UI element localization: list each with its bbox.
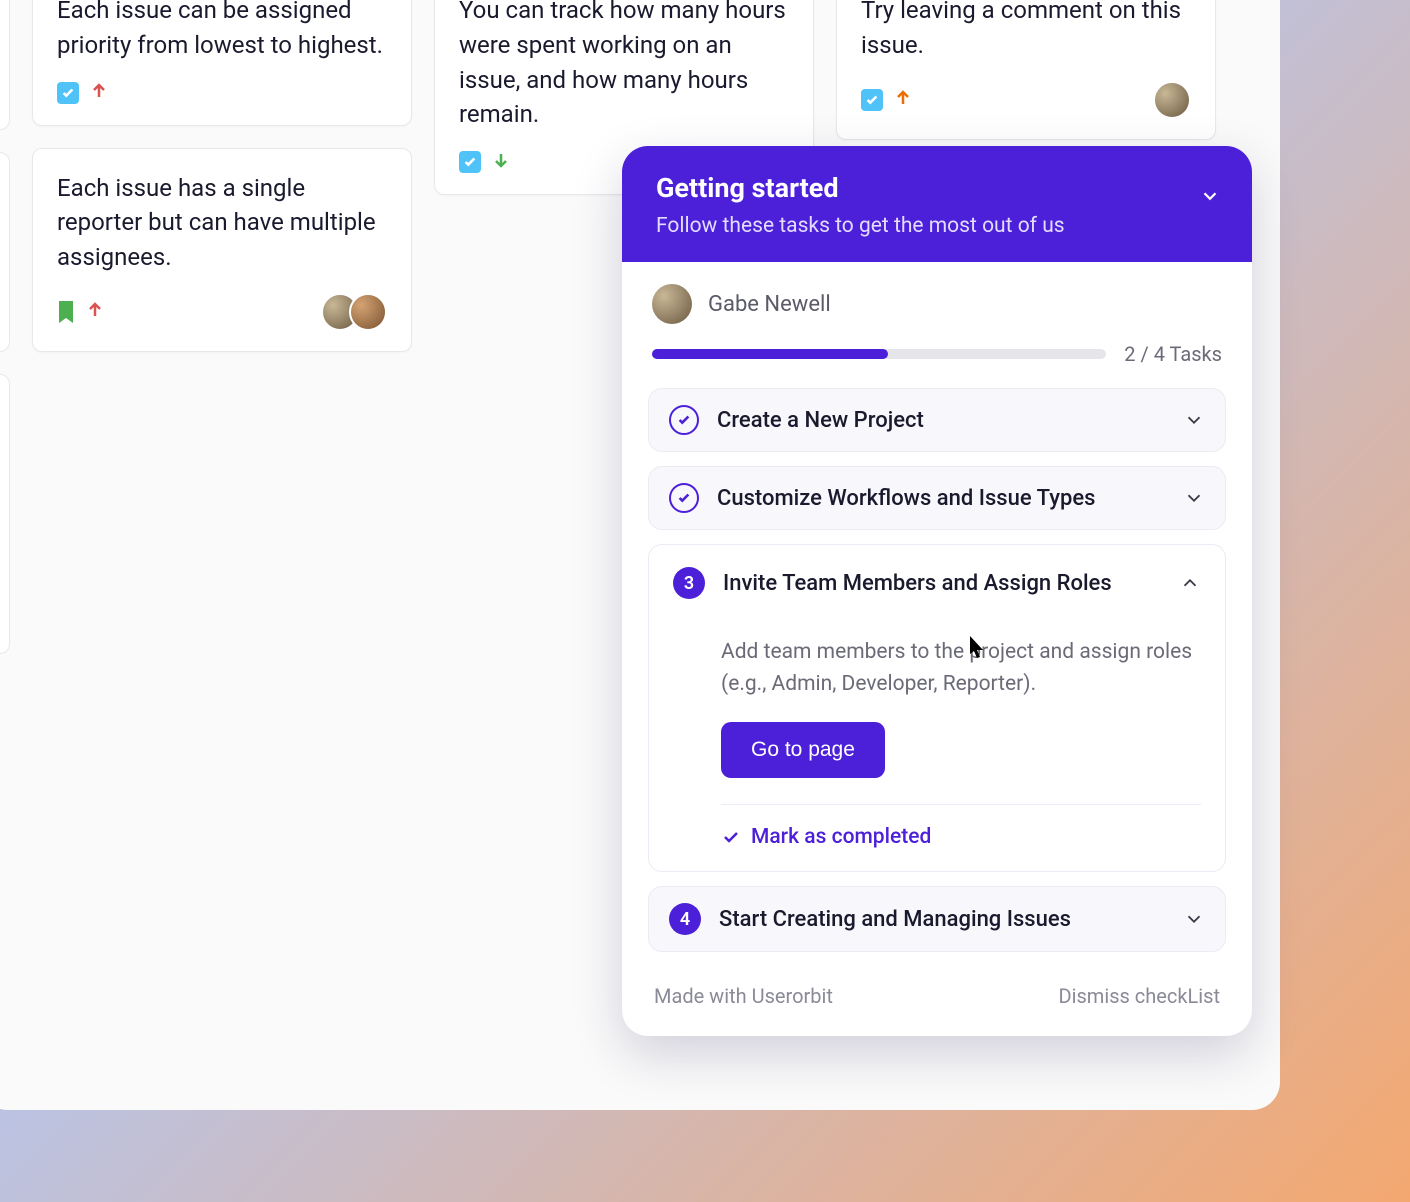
task-label: Create a New Project [717, 408, 1165, 433]
card-footer [861, 81, 1191, 119]
mark-completed-button[interactable]: Mark as completed [721, 825, 1201, 849]
issue-card[interactable]: Try leaving a comment on this issue. [836, 0, 1216, 140]
issue-card[interactable]: Each issue has a single reporter but can… [32, 148, 412, 352]
card-stub[interactable] [0, 374, 10, 654]
chevron-down-icon [1183, 487, 1205, 509]
onboarding-task-list: Create a New Project Customize Workflows… [622, 388, 1252, 962]
issue-card-text: You can track how many hours were spent … [459, 0, 789, 132]
assignee-avatars[interactable] [1153, 81, 1191, 119]
kanban-column: Each issue can be assigned priority from… [32, 0, 412, 654]
kanban-column-partial [0, 0, 10, 654]
task-type-icon [459, 151, 481, 173]
go-to-page-button[interactable]: Go to page [721, 722, 885, 778]
task-label: Start Creating and Managing Issues [719, 907, 1165, 932]
task-label: Invite Team Members and Assign Roles [723, 571, 1161, 596]
onboarding-task[interactable]: Create a New Project [648, 388, 1226, 452]
card-footer [57, 81, 387, 105]
card-stub[interactable] [0, 152, 10, 352]
priority-high-icon [89, 81, 109, 105]
priority-high-icon [85, 300, 105, 324]
progress-bar [652, 349, 1106, 359]
chevron-up-icon [1179, 572, 1201, 594]
dismiss-checklist-button[interactable]: Dismiss checkList [1058, 984, 1220, 1008]
avatar[interactable] [1153, 81, 1191, 119]
task-label: Customize Workflows and Issue Types [717, 486, 1165, 511]
onboarding-footer: Made with Userorbit Dismiss checkList [622, 962, 1252, 1036]
onboarding-panel: Getting started Follow these tasks to ge… [622, 146, 1252, 1036]
task-header[interactable]: 3 Invite Team Members and Assign Roles [673, 567, 1201, 599]
onboarding-subtitle: Follow these tasks to get the most out o… [656, 214, 1218, 238]
task-step-number: 3 [673, 567, 705, 599]
task-step-number: 4 [669, 903, 701, 935]
task-completed-icon [669, 483, 699, 513]
card-stub[interactable] [0, 0, 10, 130]
progress-fill [652, 349, 888, 359]
progress-row: 2 / 4 Tasks [622, 334, 1252, 388]
issue-card[interactable]: Each issue can be assigned priority from… [32, 0, 412, 126]
onboarding-task[interactable]: Customize Workflows and Issue Types [648, 466, 1226, 530]
progress-label: 2 / 4 Tasks [1124, 342, 1222, 366]
avatar[interactable] [349, 293, 387, 331]
issue-card-text: Each issue has a single reporter but can… [57, 171, 387, 275]
check-icon [721, 827, 741, 847]
collapse-panel-button[interactable] [1196, 182, 1224, 210]
card-footer [57, 293, 387, 331]
chevron-down-icon [1183, 409, 1205, 431]
user-avatar [652, 284, 692, 324]
issue-card-text: Each issue can be assigned priority from… [57, 0, 387, 63]
onboarding-header: Getting started Follow these tasks to ge… [622, 146, 1252, 262]
assignee-avatars[interactable] [321, 293, 387, 331]
onboarding-task-expanded[interactable]: 3 Invite Team Members and Assign Roles A… [648, 544, 1226, 872]
chevron-down-icon [1199, 185, 1221, 207]
task-type-icon [57, 82, 79, 104]
made-with-label[interactable]: Made with Userorbit [654, 984, 833, 1008]
onboarding-title: Getting started [656, 172, 1218, 204]
priority-low-icon [491, 150, 511, 174]
chevron-down-icon [1183, 908, 1205, 930]
story-type-icon [57, 301, 75, 323]
task-completed-icon [669, 405, 699, 435]
onboarding-task[interactable]: 4 Start Creating and Managing Issues [648, 886, 1226, 952]
onboarding-user-row: Gabe Newell [622, 262, 1252, 334]
task-description: Add team members to the project and assi… [721, 637, 1201, 700]
task-body: Add team members to the project and assi… [673, 617, 1201, 849]
task-type-icon [861, 89, 883, 111]
issue-card-text: Try leaving a comment on this issue. [861, 0, 1191, 63]
user-name: Gabe Newell [708, 292, 831, 317]
priority-medium-icon [893, 88, 913, 112]
divider [721, 804, 1201, 805]
mark-completed-label: Mark as completed [751, 825, 931, 849]
